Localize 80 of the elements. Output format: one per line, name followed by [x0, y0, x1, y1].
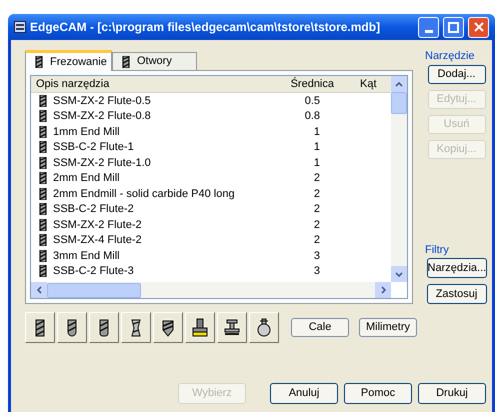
lollipop-cutter-icon [255, 318, 273, 338]
tool-type-button[interactable] [185, 312, 215, 343]
end-mill-icon [39, 203, 47, 216]
table-cell-text: SSM-ZX-4 Flute-2 [53, 233, 142, 248]
column-header[interactable]: Opis narzędzia [31, 76, 278, 92]
unit-button[interactable]: Milimetry [359, 318, 417, 337]
tab[interactable]: Otwory [112, 52, 197, 70]
minimize-button[interactable] [418, 16, 439, 38]
button[interactable]: Drukuj [418, 383, 486, 404]
table-cell-text: 3 [312, 248, 321, 264]
minimize-icon [424, 30, 432, 32]
end-mill-icon [39, 172, 47, 184]
end-mill-icon [39, 110, 47, 122]
tool-type-button[interactable] [89, 312, 119, 343]
table-cell-text: 2 [312, 202, 321, 217]
column-header[interactable]: Średnica [278, 76, 338, 92]
end-mill-icon [122, 56, 130, 68]
end-mill-icon [39, 250, 47, 262]
app-icon [14, 21, 26, 33]
end-mill-icon [39, 94, 47, 107]
maximize-icon [448, 22, 459, 32]
end-mill-icon [39, 265, 47, 278]
table-cell-text: SSB-C-2 Flute-3 [53, 264, 134, 279]
table-cell-text: 2 [312, 186, 321, 202]
table-cell-text: SSM-ZX-2 Flute-0.5 [53, 94, 151, 108]
tool-type-button[interactable] [57, 312, 87, 343]
t-slot-cutter-icon [223, 318, 241, 338]
close-button[interactable] [468, 16, 489, 38]
scroll-thumb[interactable] [391, 92, 407, 114]
column-header[interactable]: Kąt [338, 76, 377, 92]
table-cell-text: 1 [312, 156, 321, 170]
tab[interactable]: Frezowanie [25, 50, 112, 71]
window-title: EdgeCAM - [c:\program files\edgecam\cam\tstore\tstore.mdb] [30, 19, 380, 36]
table-cell-text: 1 [312, 140, 321, 155]
button[interactable]: Narzędzia... [426, 258, 486, 278]
scroll-right-icon [380, 286, 386, 294]
tool-type-button[interactable] [217, 312, 247, 343]
end-mill-icon [39, 156, 47, 169]
close-icon [474, 22, 484, 32]
table-cell-text: 2mm Endmill - solid carbide P40 long [53, 186, 235, 202]
table-cell-text: 0.5 [304, 94, 321, 108]
table-cell-text: 0.8 [304, 109, 321, 124]
table-cell-text: 3mm End Mill [53, 248, 120, 264]
scroll-left-icon [36, 286, 42, 294]
scroll-down-icon [395, 272, 403, 276]
table-cell-text: 2 [312, 233, 321, 248]
group-label: Narzędzie [424, 49, 475, 64]
table-cell-text: SSB-C-2 Flute-1 [53, 140, 134, 155]
table-cell-text: SSM-ZX-2 Flute-2 [53, 218, 142, 232]
tool-type-button[interactable] [25, 312, 55, 343]
button[interactable]: Zastosuj [426, 284, 486, 304]
group-label: Filtry [424, 242, 449, 258]
scroll-up-icon [395, 82, 403, 86]
horizontal-scrollbar[interactable] [31, 282, 391, 298]
table-cell-text: 2 [312, 171, 321, 186]
button[interactable]: Dodaj... [428, 64, 486, 84]
table-cell-text: 2mm End Mill [53, 171, 120, 186]
end-mill-icon [39, 126, 47, 138]
table-cell-text: 3 [312, 264, 321, 279]
maximize-button[interactable] [443, 16, 464, 38]
end-mill-icon [35, 56, 43, 68]
table-cell-text: SSM-ZX-2 Flute-0.8 [53, 109, 151, 124]
table-cell-text: SSM-ZX-2 Flute-1.0 [53, 156, 151, 170]
tool-type-button[interactable] [249, 312, 279, 343]
end-mill-icon [39, 234, 47, 246]
unit-button[interactable]: Cale [291, 318, 349, 337]
vertical-scrollbar[interactable] [391, 76, 407, 282]
end-mill-icon [39, 218, 47, 231]
table-cell-text: 2 [312, 218, 321, 232]
face-mill-icon [191, 318, 209, 338]
button[interactable]: Anuluj [270, 383, 338, 404]
scroll-thumb[interactable] [47, 282, 141, 298]
table-cell-text: SSB-C-2 Flute-2 [53, 202, 134, 217]
table-cell-text: 1 [312, 124, 321, 140]
end-mill-icon [39, 188, 47, 200]
tool-type-button[interactable] [153, 312, 183, 343]
button[interactable]: Pomoc [344, 383, 412, 404]
table-cell-text: 1mm End Mill [53, 124, 120, 140]
tool-type-button[interactable] [121, 312, 151, 343]
end-mill-icon [39, 141, 47, 154]
